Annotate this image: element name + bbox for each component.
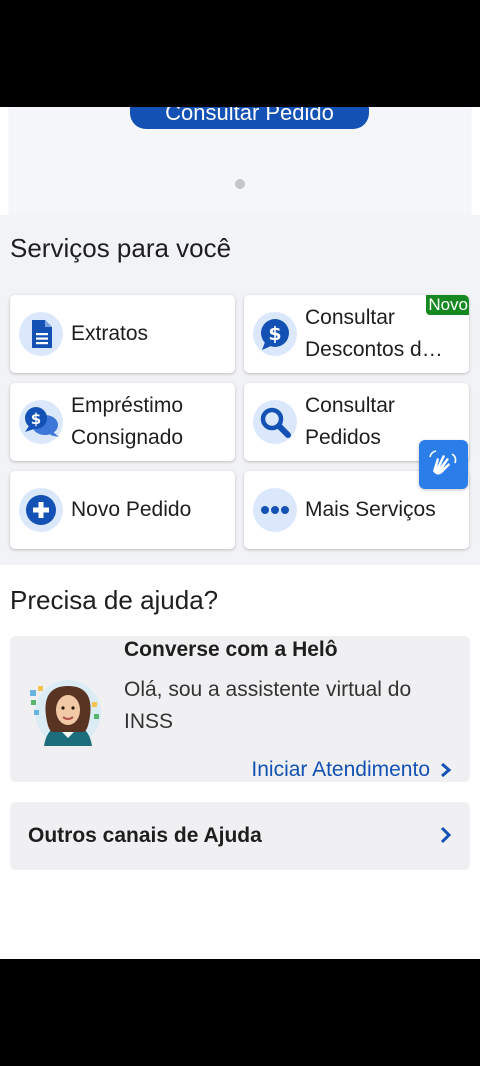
dollar-chat-icon: $ xyxy=(253,312,297,356)
help-title: Precisa de ajuda? xyxy=(10,585,219,615)
app-screen: Consultar Pedido Serviços para você Extr… xyxy=(0,107,480,959)
service-label: Extratos xyxy=(71,322,149,345)
other-channels-card[interactable]: Outros canais de Ajuda xyxy=(10,802,470,870)
service-emprestimo-consignado[interactable]: $ Empréstimo Consignado xyxy=(10,383,235,461)
sign-language-icon xyxy=(429,450,457,475)
money-chat-icon: $ xyxy=(19,400,63,444)
search-icon xyxy=(253,400,297,444)
libras-accessibility-button[interactable] xyxy=(419,440,468,489)
carousel-indicator-dot[interactable] xyxy=(235,179,245,189)
service-label: Empréstimo Consignado xyxy=(71,394,184,449)
more-dots-icon xyxy=(253,488,297,532)
svg-text:$: $ xyxy=(31,410,41,428)
svg-text:$: $ xyxy=(268,323,281,345)
service-consultar-descontos[interactable]: $ Consultar Descontos d… Novo xyxy=(244,295,469,373)
chevron-right-icon xyxy=(441,762,452,778)
service-novo-pedido[interactable]: Novo Pedido xyxy=(10,471,235,549)
start-chat-label: Iniciar Atendimento xyxy=(251,758,430,781)
start-chat-link[interactable]: Iniciar Atendimento xyxy=(251,756,452,784)
plus-circle-icon xyxy=(19,488,63,532)
services-title: Serviços para você xyxy=(10,233,232,263)
document-icon xyxy=(19,312,63,356)
assistant-title: Converse com a Helô xyxy=(124,638,338,661)
chevron-right-icon xyxy=(440,826,452,844)
assistant-text: Olá, sou a assistente virtual do INSS xyxy=(124,678,412,733)
service-extratos[interactable]: Extratos xyxy=(10,295,235,373)
assistant-avatar xyxy=(30,680,101,746)
services-section: Serviços para você Extratos $ Consultar … xyxy=(0,215,480,565)
virtual-assistant-card[interactable]: Converse com a Helô Olá, sou a assistent… xyxy=(10,636,470,782)
consult-request-button[interactable]: Consultar Pedido xyxy=(130,107,369,129)
service-label: Novo Pedido xyxy=(71,498,192,521)
new-badge: Novo xyxy=(426,295,469,315)
other-channels-label: Outros canais de Ajuda xyxy=(28,824,262,847)
